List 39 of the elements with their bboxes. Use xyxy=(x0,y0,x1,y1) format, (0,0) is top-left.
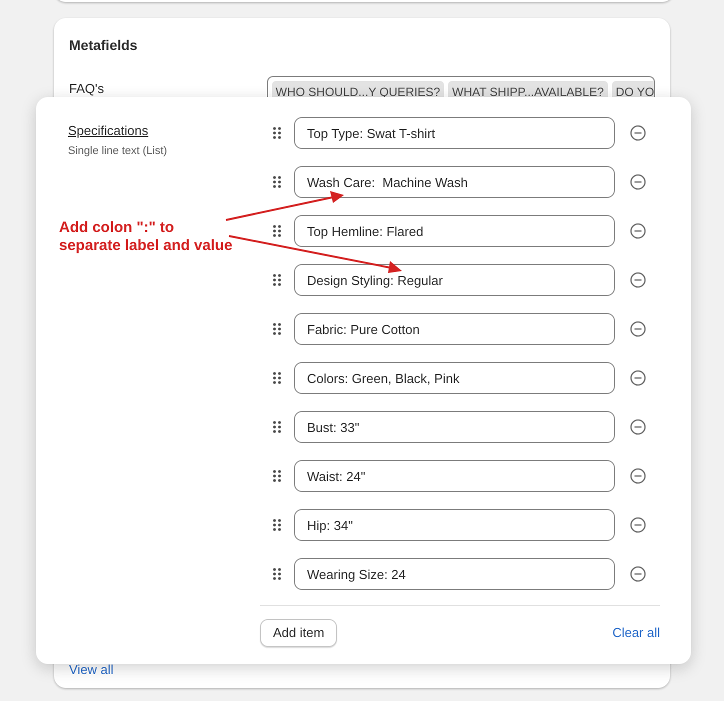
list-item-field[interactable]: Fabric: Pure Cotton xyxy=(294,313,615,345)
card-title: Metafields xyxy=(69,36,138,55)
drag-handle-icon[interactable] xyxy=(273,323,281,335)
drag-handle-icon[interactable] xyxy=(273,421,281,433)
drag-handle-icon[interactable] xyxy=(273,519,281,531)
list-item-field[interactable]: Colors: Green, Black, Pink xyxy=(294,362,615,394)
remove-icon[interactable] xyxy=(630,468,646,484)
add-item-button[interactable]: Add item xyxy=(260,619,338,647)
drag-handle-icon[interactable] xyxy=(273,470,281,482)
annotation-text: Add colon ":" to xyxy=(59,219,176,237)
remove-icon[interactable] xyxy=(630,125,646,141)
drag-handle-icon[interactable] xyxy=(273,225,281,237)
remove-icon[interactable] xyxy=(630,174,646,190)
remove-icon[interactable] xyxy=(630,566,646,582)
remove-icon[interactable] xyxy=(630,223,646,239)
annotation-text: separate label and value xyxy=(59,237,234,255)
list-item-field[interactable]: Wash Care: Machine Wash xyxy=(294,166,615,198)
list-item-field[interactable]: Top Type: Swat T-shirt xyxy=(294,117,615,149)
remove-icon[interactable] xyxy=(630,321,646,337)
drag-handle-icon[interactable] xyxy=(273,568,281,580)
list-item-field[interactable]: Top Hemline: Flared xyxy=(294,215,615,247)
drag-handle-icon[interactable] xyxy=(273,176,281,188)
list-item-field[interactable]: Design Styling: Regular xyxy=(294,264,615,296)
list-item-field[interactable]: Hip: 34" xyxy=(294,509,615,541)
drag-handle-icon[interactable] xyxy=(273,274,281,286)
clear-all-link[interactable]: Clear all xyxy=(612,623,660,643)
remove-icon[interactable] xyxy=(630,272,646,288)
drag-handle-icon[interactable] xyxy=(273,127,281,139)
list-item-field[interactable]: Wearing Size: 24 xyxy=(294,558,615,590)
list-item-field[interactable]: Waist: 24" xyxy=(294,460,615,492)
remove-icon[interactable] xyxy=(630,370,646,386)
field-type: Single line text (List) xyxy=(68,144,168,158)
field-label[interactable]: Specifications xyxy=(68,121,260,140)
view-all-link[interactable]: View all xyxy=(69,662,114,677)
remove-icon[interactable] xyxy=(630,419,646,435)
list-item-field[interactable]: Bust: 33" xyxy=(294,411,615,443)
drag-handle-icon[interactable] xyxy=(273,372,281,384)
remove-icon[interactable] xyxy=(630,517,646,533)
faq-label: FAQ's xyxy=(69,80,105,98)
